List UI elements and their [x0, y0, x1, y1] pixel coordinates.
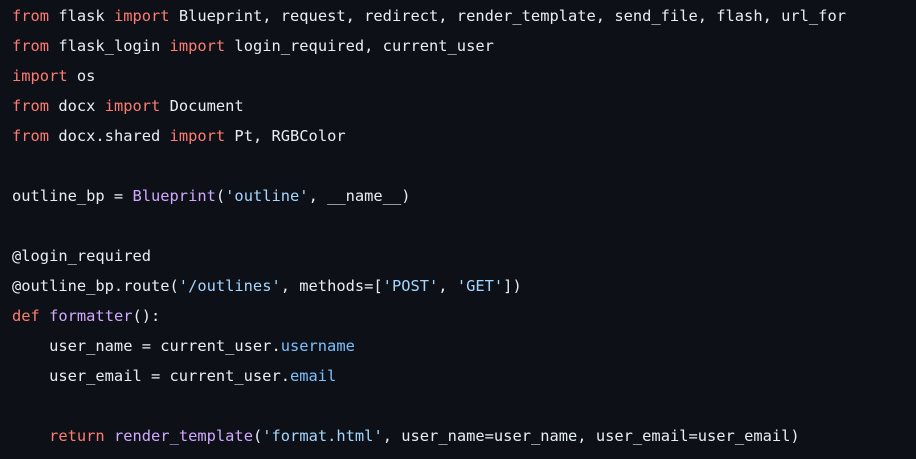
- keyword-token: import: [104, 97, 161, 115]
- function-name-token: formatter: [49, 307, 133, 325]
- attribute-token: email: [289, 367, 337, 385]
- keyword-token: from: [12, 97, 50, 115]
- keyword-token: def: [12, 307, 40, 325]
- string-token: 'format.html': [262, 427, 383, 445]
- code-text: flask_login: [49, 37, 170, 55]
- code-text: @login_required: [12, 247, 151, 265]
- keyword-token: import: [169, 37, 226, 55]
- code-text: user_email = current_user.: [12, 367, 290, 385]
- code-line: @outline_bp.route('/outlines', methods=[…: [12, 271, 522, 301]
- code-text: login_required, current_user: [225, 37, 494, 55]
- code-text: user_name = current_user.: [12, 337, 281, 355]
- keyword-token: import: [113, 7, 170, 25]
- code-text: @outline_bp.route(: [12, 277, 179, 295]
- code-text: (: [215, 187, 226, 205]
- code-text: ,: [438, 277, 457, 295]
- keyword-token: return: [49, 427, 105, 445]
- string-token: 'outline': [225, 187, 309, 205]
- code-line: user_email = current_user.email: [12, 361, 336, 391]
- keyword-token: import: [169, 127, 226, 145]
- string-token: '/outlines': [178, 277, 281, 295]
- code-block: from flask import Blueprint, request, re…: [0, 0, 916, 459]
- code-line: @login_required: [12, 241, 151, 271]
- string-token: 'POST': [382, 277, 439, 295]
- code-line: user_name = current_user.username: [12, 331, 355, 361]
- code-text: docx: [49, 97, 105, 115]
- keyword-token: import: [12, 67, 68, 85]
- code-text: os: [67, 67, 96, 85]
- code-text: docx.shared: [49, 127, 170, 145]
- code-line: from flask import Blueprint, request, re…: [12, 1, 846, 31]
- code-line: return render_template('format.html', us…: [12, 421, 800, 451]
- attribute-token: username: [280, 337, 355, 355]
- code-text: ]): [503, 277, 522, 295]
- string-token: 'GET': [456, 277, 504, 295]
- code-line: from flask_login import login_required, …: [12, 31, 494, 61]
- code-text: , user_name=user_name, user_email=user_e…: [382, 427, 800, 445]
- code-line: from docx.shared import Pt, RGBColor: [12, 121, 346, 151]
- code-text: ():: [132, 307, 161, 325]
- code-line: from docx import Document: [12, 91, 244, 121]
- function-name-token: render_template: [113, 427, 253, 445]
- code-text: , methods=[: [280, 277, 383, 295]
- code-text: Pt, RGBColor: [225, 127, 346, 145]
- function-name-token: Blueprint: [132, 187, 216, 205]
- code-text: Blueprint, request, redirect, render_tem…: [169, 7, 846, 25]
- code-text: flask: [49, 7, 114, 25]
- code-text: outline_bp =: [12, 187, 133, 205]
- keyword-token: from: [12, 7, 50, 25]
- code-line: def formatter():: [12, 301, 160, 331]
- code-text: Document: [160, 97, 244, 115]
- code-text: , __name__): [308, 187, 411, 205]
- code-line: import os: [12, 61, 95, 91]
- code-text: (: [252, 427, 263, 445]
- code-line: outline_bp = Blueprint('outline', __name…: [12, 181, 411, 211]
- keyword-token: from: [12, 37, 50, 55]
- keyword-token: from: [12, 127, 50, 145]
